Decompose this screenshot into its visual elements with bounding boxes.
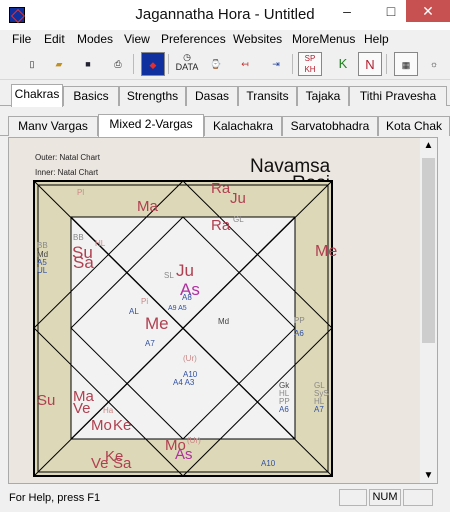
print-icon[interactable]: ⎙	[106, 52, 130, 76]
status-text: For Help, press F1	[9, 492, 101, 504]
vertical-scrollbar[interactable]: ▲ ▼	[420, 138, 437, 483]
tab-mixed-2-vargas[interactable]: Mixed 2-Vargas	[98, 114, 204, 137]
open-folder-icon[interactable]: ▰	[47, 52, 71, 76]
scroll-down-icon[interactable]: ▼	[420, 470, 437, 481]
kh-label: KH	[304, 65, 316, 74]
status-panel-blank	[339, 489, 367, 506]
save-icon[interactable]: ■	[76, 52, 100, 76]
chart-label: A10	[261, 459, 276, 468]
data-clock-icon[interactable]: ◷ DATA	[175, 52, 199, 76]
chart-icon[interactable]: ◆	[141, 52, 165, 76]
tab-chakras[interactable]: Chakras	[11, 84, 63, 107]
chart-label: (Ur)	[183, 354, 197, 363]
chart-label: A9 A5	[168, 305, 187, 312]
menu-edit[interactable]: Edit	[44, 32, 65, 46]
sub-tab-strip: Manv Vargas Mixed 2-Vargas Kalachakra Sa…	[0, 114, 450, 137]
chart-label: Ju	[176, 261, 194, 280]
title-bar: Jagannatha Hora - Untitled – □ ✕	[0, 0, 450, 30]
chart-label: Ra	[211, 217, 231, 234]
timer-icon[interactable]: ⌚	[204, 52, 228, 76]
chart-label: Ha	[103, 406, 114, 415]
chart-label: Su	[37, 392, 55, 409]
scroll-up-icon[interactable]: ▲	[420, 140, 437, 151]
step-icon[interactable]: ⇥	[264, 52, 288, 76]
menu-modes[interactable]: Modes	[77, 32, 113, 46]
outer-label: Outer: Natal Chart	[35, 153, 101, 162]
chart-label: Me	[145, 314, 169, 333]
tab-basics[interactable]: Basics	[63, 86, 119, 106]
chart-label: SL	[164, 271, 174, 280]
toolbar: ▯ ▰ ■ ⎙ ◆ ◷ DATA ⌚ ↤ ⇥ SP KH K N ▦ ☼	[0, 48, 450, 80]
menu-bar: File Edit Modes View Preferences Website…	[0, 30, 450, 48]
tab-kota-chakra[interactable]: Kota Chak	[378, 116, 450, 136]
chart-label: Pl	[77, 188, 84, 197]
sp-label: SP	[304, 54, 316, 63]
close-button[interactable]: ✕	[406, 0, 450, 22]
status-panel-blank-2	[403, 489, 433, 506]
menu-view[interactable]: View	[124, 32, 150, 46]
chart-label: UL	[37, 266, 48, 275]
chart-label: A7	[314, 405, 324, 414]
tab-sarvatobhadra[interactable]: Sarvatobhadra	[282, 116, 378, 136]
main-tab-strip: Chakras Basics Strengths Dasas Transits …	[0, 84, 450, 107]
tab-kalachakra[interactable]: Kalachakra	[204, 116, 282, 136]
tab-strengths[interactable]: Strengths	[119, 86, 186, 106]
status-bar: For Help, press F1 NUM	[0, 487, 450, 512]
app-window: Jagannatha Hora - Untitled – □ ✕ File Ed…	[0, 0, 450, 512]
menu-websites[interactable]: Websites	[233, 32, 282, 46]
chart-label: Ma	[137, 198, 158, 215]
tab-manv-vargas[interactable]: Manv Vargas	[8, 116, 98, 136]
chart-label: Ve	[73, 400, 91, 417]
minimize-button[interactable]: –	[332, 0, 362, 22]
inner-label: Inner: Natal Chart	[35, 168, 99, 177]
maximize-button[interactable]: □	[376, 0, 406, 22]
chart-label: BB	[37, 241, 48, 250]
sun-icon[interactable]: ☼	[422, 52, 446, 76]
chart-label: (Ur)	[187, 436, 201, 445]
sp-kh-button[interactable]: SP KH	[298, 52, 322, 76]
chart-label: Pi	[141, 297, 148, 306]
chart-label: A6	[279, 405, 289, 414]
chart-label: As	[175, 446, 193, 463]
chart-label: GL	[233, 215, 244, 224]
chart-label: A6	[294, 329, 304, 338]
chart-label: Mo	[91, 417, 112, 434]
tab-tithi-pravesha[interactable]: Tithi Pravesha	[349, 86, 447, 106]
chart-panel: Outer: Natal Chart Inner: Natal Chart Na…	[8, 137, 438, 484]
chart-label: Ke	[113, 417, 131, 434]
tab-transits[interactable]: Transits	[238, 86, 297, 106]
data-label: DATA	[175, 62, 199, 72]
chart-label: Ra	[211, 180, 231, 197]
menu-moremenus[interactable]: MoreMenus	[292, 32, 355, 46]
new-file-icon[interactable]: ▯	[20, 52, 44, 76]
grid-icon[interactable]: ▦	[394, 52, 418, 76]
menu-preferences[interactable]: Preferences	[161, 32, 226, 46]
tab-tajaka[interactable]: Tajaka	[297, 86, 349, 106]
chart-label: Sa	[113, 455, 132, 472]
chart-label: BB	[73, 233, 84, 242]
n-button[interactable]: N	[358, 52, 382, 76]
menu-file[interactable]: File	[12, 32, 31, 46]
chart-label: Md	[218, 317, 229, 326]
chart-label: Sa	[73, 253, 94, 272]
chart-label: A7	[145, 339, 155, 348]
tab-dasas[interactable]: Dasas	[186, 86, 238, 106]
back-arrow-icon[interactable]: ↤	[233, 52, 257, 76]
status-num: NUM	[369, 489, 401, 506]
k-button[interactable]: K	[331, 52, 355, 76]
menu-help[interactable]: Help	[364, 32, 389, 46]
chart-label: Ju	[230, 190, 246, 207]
navamsa-rasi-chart: Outer: Natal Chart Inner: Natal Chart Na…	[33, 153, 337, 477]
chart-label: HL	[95, 239, 106, 248]
chart-label: PP	[294, 316, 305, 325]
chart-label: Me	[315, 243, 337, 260]
chart-label: Ve	[91, 455, 109, 472]
chart-label: AL	[129, 307, 139, 316]
chart-label: A8	[182, 293, 192, 302]
chart-label: A4 A3	[173, 378, 195, 387]
scroll-thumb[interactable]	[422, 158, 435, 343]
